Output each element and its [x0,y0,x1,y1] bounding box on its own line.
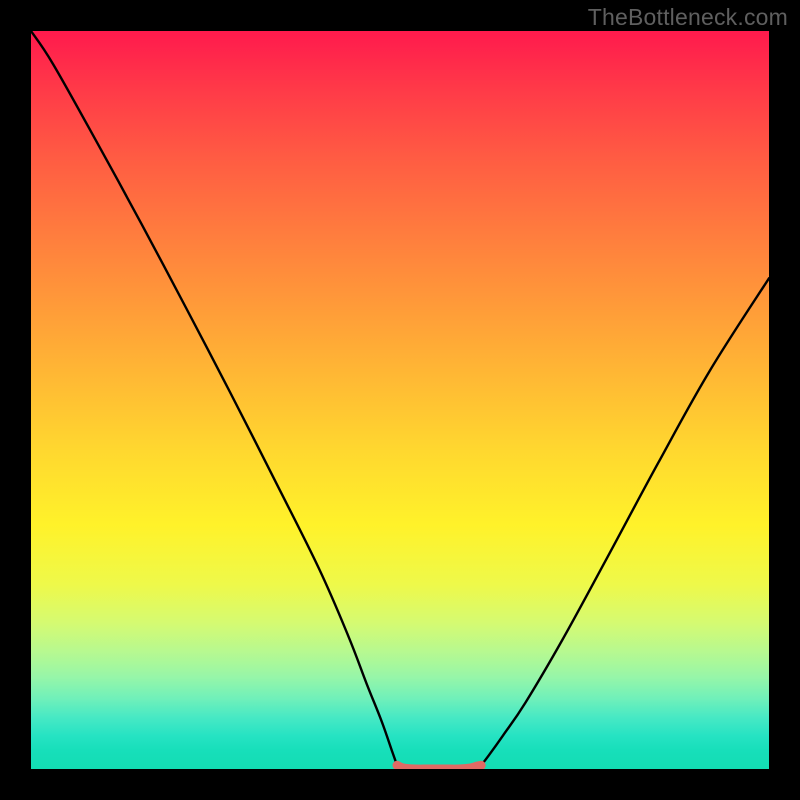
plot-area [31,31,769,769]
left-curve-path [31,31,397,765]
right-curve-path [481,278,769,765]
curves-svg [31,31,769,769]
watermark-text: TheBottleneck.com [588,4,788,31]
chart-frame: TheBottleneck.com [0,0,800,800]
optimum-band-path [397,765,481,769]
